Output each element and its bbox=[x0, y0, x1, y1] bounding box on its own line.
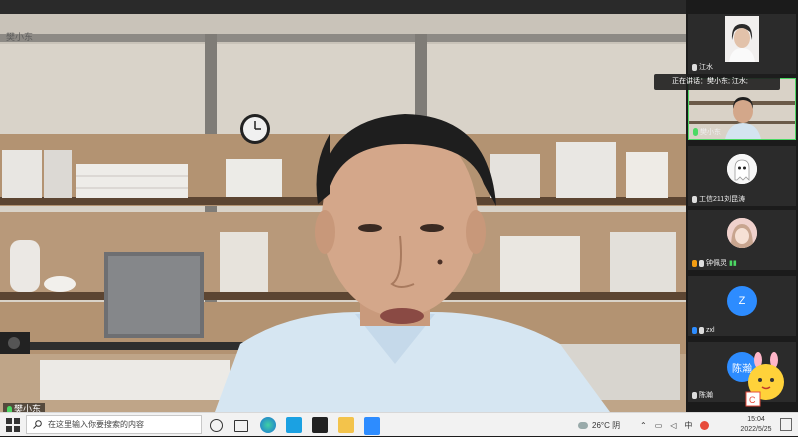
participant-name: 江水 bbox=[699, 64, 713, 71]
taskbar-search-box[interactable]: 在这里输入你要搜索的内容 bbox=[26, 415, 202, 434]
input-method-indicator[interactable]: 中 bbox=[684, 420, 692, 431]
tray-arrow-icon[interactable]: ⌃ bbox=[640, 421, 647, 430]
mic-muted-icon bbox=[699, 259, 704, 267]
speaker-name-tag: 樊小东 bbox=[3, 403, 46, 412]
taskbar-clock[interactable]: 15:04 2022/5/25 bbox=[736, 415, 776, 435]
mascot-sticker-icon[interactable]: C bbox=[742, 352, 790, 410]
participant-tile[interactable]: 江水 bbox=[688, 14, 796, 74]
edge-browser-icon[interactable] bbox=[260, 417, 276, 433]
windows-taskbar: 在这里输入你要搜索的内容 26°C 阴 ⌃ ▭ ◁ 中 15:04 2022/5… bbox=[0, 412, 798, 436]
tray-app-icon[interactable] bbox=[700, 420, 710, 430]
main-speaker-video[interactable]: 樊小东 樊小东 bbox=[0, 14, 686, 412]
mic-muted-icon bbox=[692, 391, 697, 399]
signal-icon: ▮▮ bbox=[729, 260, 737, 267]
mic-icon bbox=[692, 63, 697, 71]
cloud-icon bbox=[578, 421, 588, 429]
windows-start-icon[interactable] bbox=[6, 418, 20, 432]
speaker-name: 樊小东 bbox=[14, 404, 42, 412]
dell-app-icon[interactable] bbox=[312, 417, 328, 433]
participant-label: 陈瀚 bbox=[692, 390, 713, 400]
tencent-meeting-icon[interactable] bbox=[364, 417, 380, 435]
mail-icon[interactable] bbox=[286, 417, 302, 433]
window-top-bar bbox=[0, 0, 798, 14]
participant-name: 陈瀚 bbox=[699, 392, 713, 399]
main-video-title: 樊小东 bbox=[6, 32, 34, 42]
file-explorer-icon[interactable] bbox=[338, 417, 354, 433]
clock-time: 15:04 bbox=[747, 416, 765, 423]
participant-tile[interactable]: 工信211刘昆涛 bbox=[688, 146, 796, 206]
mic-active-icon bbox=[693, 128, 698, 136]
participant-label: 钟佩灵 ▮▮ bbox=[692, 258, 737, 268]
participant-icon bbox=[692, 327, 697, 334]
network-icon[interactable]: ▭ bbox=[655, 421, 663, 430]
weather-widget[interactable]: 26°C 阴 bbox=[578, 413, 620, 437]
participant-tile[interactable]: 钟佩灵 ▮▮ bbox=[688, 210, 796, 270]
participant-name: zxl bbox=[706, 327, 715, 334]
clock-date: 2022/5/25 bbox=[740, 426, 772, 433]
system-tray: ⌃ ▭ ◁ 中 bbox=[640, 413, 710, 437]
participants-sidebar: 江水 樊小东 工信211刘昆涛 钟佩灵 ▮▮ Z zxl 陈瀚 陈瀚 bbox=[686, 0, 798, 412]
speaking-indicator: 正在讲话：樊小东; 江水; bbox=[654, 74, 780, 90]
task-view-icon[interactable] bbox=[234, 420, 248, 432]
weather-text: 26°C 阴 bbox=[592, 420, 621, 430]
participant-name: 樊小东 bbox=[700, 129, 721, 136]
participant-tile[interactable]: Z zxl bbox=[688, 276, 796, 336]
speaking-text: 正在讲话：樊小东; 江水; bbox=[672, 78, 748, 85]
participant-label: zxl bbox=[692, 327, 715, 334]
mic-muted-icon bbox=[699, 327, 704, 334]
volume-icon[interactable]: ◁ bbox=[670, 421, 676, 430]
participant-label: 工信211刘昆涛 bbox=[692, 194, 745, 204]
mic-muted-icon bbox=[692, 195, 697, 203]
video-conference-window: 樊小东 樊小东 江水 樊小东 工信211刘昆涛 钟佩灵 ▮▮ Z zxl 陈瀚 … bbox=[0, 0, 798, 412]
search-icon bbox=[33, 420, 42, 429]
search-placeholder: 在这里输入你要搜索的内容 bbox=[48, 420, 144, 429]
anime-avatar bbox=[727, 218, 757, 248]
participant-video-thumbnail bbox=[725, 16, 759, 62]
participant-label: 江水 bbox=[692, 62, 713, 72]
participant-label: 樊小东 bbox=[693, 127, 721, 137]
participant-name: 工信211刘昆涛 bbox=[699, 196, 746, 203]
svg-text:C: C bbox=[749, 395, 756, 405]
letter-avatar: Z bbox=[727, 286, 757, 316]
host-icon bbox=[692, 259, 697, 267]
cortana-icon[interactable] bbox=[210, 419, 223, 432]
participant-name: 钟佩灵 bbox=[706, 260, 727, 267]
ghost-avatar bbox=[727, 154, 757, 184]
virtual-background bbox=[0, 14, 686, 412]
notifications-icon[interactable] bbox=[780, 418, 792, 431]
